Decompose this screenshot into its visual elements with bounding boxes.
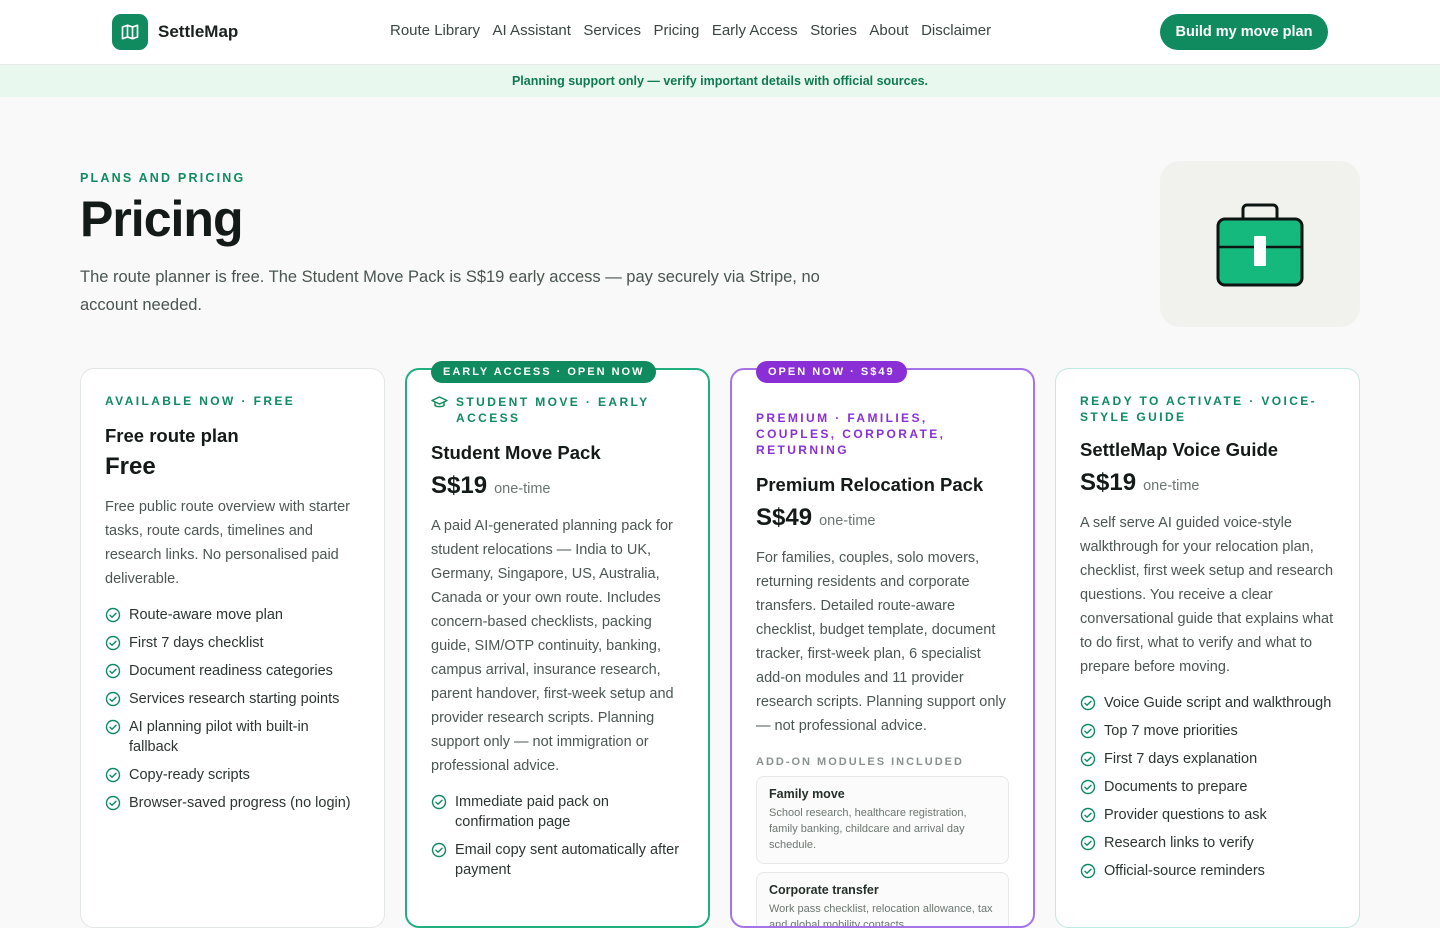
plan-tag: STUDENT MOVE · EARLY ACCESS [456,395,650,425]
plan-description: For families, couples, solo movers, retu… [756,550,1006,734]
early-access-badge: EARLY ACCESS · OPEN NOW [431,361,657,383]
plan-tag: READY TO ACTIVATE · VOICE-STYLE GUIDE [1080,394,1318,424]
feature-list: Route-aware move plan First 7 days check… [105,605,360,813]
check-circle-icon [1080,835,1096,851]
price-note: one-time [1143,478,1200,494]
check-circle-icon [431,842,447,858]
graduation-cap-icon [431,396,448,408]
brand-logo[interactable]: SettleMap [112,14,238,50]
check-circle-icon [105,691,121,707]
plan-card-premium: PREMIUM · FAMILIES, COUPLES, CORPORATE, … [730,368,1035,928]
feature-item: Provider questions to ask [1080,805,1335,825]
page-title: Pricing [80,191,243,247]
brand-name: SettleMap [158,22,239,41]
check-circle-icon [1080,863,1096,879]
nav-pricing[interactable]: Pricing [653,22,699,39]
feature-list: Voice Guide script and walkthrough Top 7… [1080,693,1335,881]
feature-item: Research links to verify [1080,833,1335,853]
feature-item: Email copy sent automatically after paym… [431,840,684,880]
nav-services[interactable]: Services [583,22,641,39]
price-note: one-time [494,481,551,497]
feature-item: Browser-saved progress (no login) [105,793,360,813]
plan-title: SettleMap Voice Guide [1080,439,1279,460]
check-circle-icon [1080,751,1096,767]
plan-title: Premium Relocation Pack [756,474,984,495]
feature-item: Route-aware move plan [105,605,360,625]
plan-card-student: STUDENT MOVE · EARLY ACCESS Student Move… [405,368,710,928]
plan-price: S$19 [1080,469,1137,496]
briefcase-icon [1160,161,1360,327]
check-circle-icon [1080,723,1096,739]
nav-about[interactable]: About [869,22,908,39]
feature-item: Voice Guide script and walkthrough [1080,693,1335,713]
nav-route-library[interactable]: Route Library [390,22,480,39]
addon-module-family: Family move School research, healthcare … [756,776,1009,864]
addon-description: Work pass checklist, relocation allowanc… [769,903,993,928]
plan-title: Student Move Pack [431,442,601,463]
site-header: SettleMap Route Library AI Assistant Ser… [0,0,1440,65]
feature-item: Immediate paid pack on confirmation page [431,792,684,832]
feature-item: First 7 days checklist [105,633,360,653]
nav-early-access[interactable]: Early Access [712,22,798,39]
plan-card-free: AVAILABLE NOW · FREE Free route plan Fre… [80,368,385,928]
feature-item: Document readiness categories [105,661,360,681]
addon-title: Corporate transfer [769,883,879,897]
check-circle-icon [1080,695,1096,711]
open-now-badge: OPEN NOW · S$49 [756,361,907,383]
check-circle-icon [105,635,121,651]
plan-tag: AVAILABLE NOW · FREE [105,394,296,408]
addon-title: Family move [769,787,845,801]
feature-item: Copy-ready scripts [105,765,360,785]
check-circle-icon [105,663,121,679]
feature-item: Official-source reminders [1080,861,1335,881]
hero-eyebrow: PLANS AND PRICING [80,171,246,185]
addon-description: School research, healthcare registration… [769,807,967,851]
build-plan-button[interactable]: Build my move plan [1160,14,1328,50]
plan-description: Free public route overview with starter … [105,499,350,587]
nav-disclaimer[interactable]: Disclaimer [921,22,991,39]
feature-item: Top 7 move priorities [1080,721,1335,741]
price-note: one-time [819,513,876,529]
feature-item: First 7 days explanation [1080,749,1335,769]
hero-lead: The route planner is free. The Student M… [80,268,820,314]
check-circle-icon [431,794,447,810]
check-circle-icon [105,719,121,735]
plan-price: S$49 [756,504,813,531]
addons-heading: ADD-ON MODULES INCLUDED [756,756,964,768]
plan-tag: PREMIUM · FAMILIES, COUPLES, CORPORATE, … [756,411,946,457]
check-circle-icon [105,767,121,783]
check-circle-icon [1080,779,1096,795]
plan-price: Free [105,453,156,480]
disclaimer-banner: Planning support only — verify important… [0,65,1440,97]
plan-description: A self serve AI guided voice-style walkt… [1080,515,1334,675]
map-icon [112,14,148,50]
addon-module-corporate: Corporate transfer Work pass checklist, … [756,872,1009,928]
nav-stories[interactable]: Stories [810,22,857,39]
plan-description: A paid AI-generated planning pack for st… [431,518,674,774]
feature-item: Services research starting points [105,689,360,709]
check-circle-icon [1080,807,1096,823]
plan-price: S$19 [431,472,488,499]
plan-card-voice: READY TO ACTIVATE · VOICE-STYLE GUIDE Se… [1055,368,1360,928]
plan-title: Free route plan [105,425,239,446]
feature-item: Documents to prepare [1080,777,1335,797]
feature-list: Immediate paid pack on confirmation page… [431,792,684,880]
main-nav: Route Library AI Assistant Services Pric… [390,22,1004,39]
feature-item: AI planning pilot with built-in fallback [105,717,360,757]
check-circle-icon [105,607,121,623]
check-circle-icon [105,795,121,811]
nav-ai-assistant[interactable]: AI Assistant [493,22,571,39]
